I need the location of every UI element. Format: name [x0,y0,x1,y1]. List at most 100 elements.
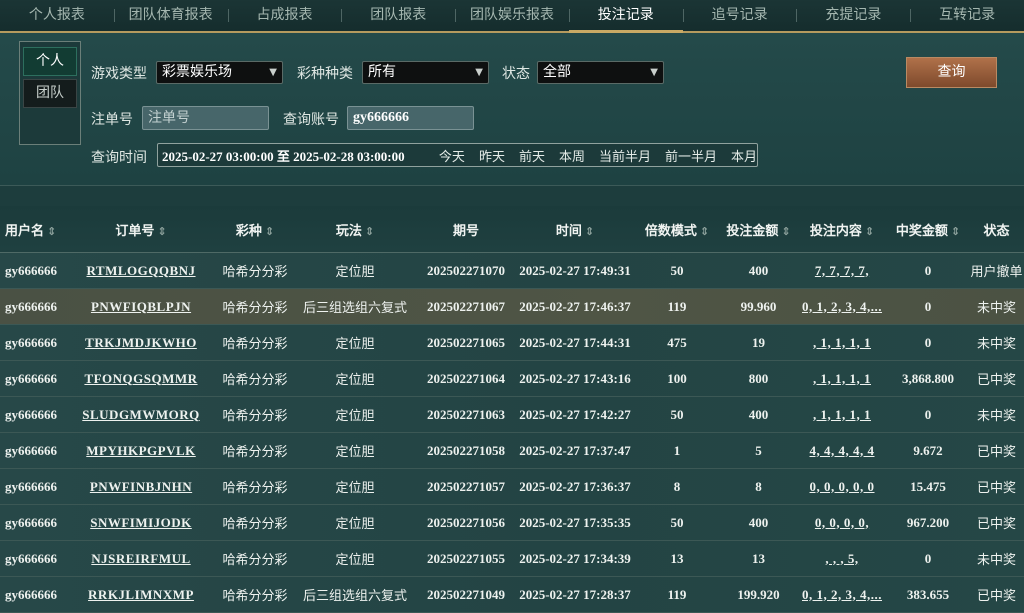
sort-arrows-icon[interactable]: ⇕ [157,225,166,238]
cell-time: 2025-02-27 17:36:37 [519,478,631,494]
bet-records-table: 用户名 ⇕ 订单号 ⇕ 彩种 ⇕ 玩法 ⇕ 期号 时间 ⇕ 倍数模式 ⇕ 投注金额 ⇕ 投注内容 ⇕ 中奖金额 ⇕ 状… [0,206,1024,613]
sort-arrows-icon[interactable]: ⇕ [265,225,274,238]
cell-win-amount: 0 [924,550,932,566]
table-row: gy666666 SLUDGMWMORQ 哈希分分彩 定位胆 202502271063 2… [0,397,1024,433]
tab-5[interactable]: 投注记录 [568,0,683,33]
sort-arrows-icon[interactable]: ⇕ [865,225,874,238]
cell-period: 202502271063 [427,406,505,422]
sort-arrows-icon[interactable]: ⇕ [951,225,960,238]
cell-bet-content[interactable]: 7, 7, 7, 7, [797,263,887,279]
tab-2[interactable]: 占成报表 [227,0,342,31]
cell-username: gy666666 [5,550,57,566]
sort-arrows-icon[interactable]: ⇕ [585,225,594,238]
cell-bet-content[interactable]: 0, 0, 0, 0, [797,515,887,531]
quick-range-1[interactable]: 昨天 [479,146,505,165]
cell-bet-content[interactable]: 0, 1, 2, 3, 4,... [797,299,887,315]
cell-order-no[interactable]: SLUDGMWMORQ [66,407,216,423]
cell-order-no[interactable]: PNWFINBJNHN [66,479,216,495]
cell-order-no[interactable]: MPYHKPGPVLK [66,443,216,459]
cell-win-amount: 9.672 [913,442,943,458]
column-header-9[interactable]: 中奖金额 ⇕ [887,220,969,239]
cell-multiplier: 50 [670,406,684,422]
tab-4[interactable]: 团队娱乐报表 [455,0,569,31]
cell-order-no[interactable]: TFONQGSQMMR [66,371,216,387]
quick-range-5[interactable]: 前一半月 [665,146,717,165]
table-row: gy666666 TFONQGSQMMR 哈希分分彩 定位胆 202502271064 2… [0,361,1024,397]
cell-lottery: 哈希分分彩 [222,337,288,352]
column-header-8[interactable]: 投注内容 ⇕ [797,220,887,239]
cell-lottery: 哈希分分彩 [222,481,288,496]
column-header-0[interactable]: 用户名 ⇕ [0,220,66,239]
quick-range-6[interactable]: 本月 [731,146,757,165]
cell-order-no[interactable]: SNWFIMIJODK [66,515,216,531]
cell-bet-content[interactable]: , 1, 1, 1, 1 [797,335,887,351]
cell-time: 2025-02-27 17:43:16 [519,370,631,386]
tab-1[interactable]: 团队体育报表 [113,0,228,31]
cell-play: 定位胆 [335,265,375,280]
cell-play: 定位胆 [335,409,375,424]
cell-period: 202502271055 [427,550,505,566]
cell-order-no[interactable]: RRKJLIMNXMP [66,587,216,603]
cell-win-amount: 3,868.800 [902,370,954,386]
column-header-2[interactable]: 彩种 ⇕ [216,220,294,239]
cell-bet-content[interactable]: 4, 4, 4, 4, 4 [797,443,887,459]
cell-status: 未中奖 [976,553,1016,568]
quick-range-3[interactable]: 本周 [559,146,585,165]
sort-arrows-icon[interactable]: ⇕ [365,225,374,238]
sort-arrows-icon[interactable]: ⇕ [47,225,56,238]
game-type-select[interactable]: 彩票娱乐场 ▼ [156,61,283,84]
lottery-kind-select[interactable]: 所有 ▼ [362,61,489,84]
cell-bet-content[interactable]: 0, 0, 0, 0, 0 [797,479,887,495]
cell-lottery: 哈希分分彩 [222,553,288,568]
column-header-label: 投注内容 [809,223,862,239]
column-header-5[interactable]: 时间 ⇕ [516,220,634,239]
cell-order-no[interactable]: RTMLOGQQBNJ [66,263,216,279]
cell-play: 定位胆 [335,445,375,460]
scope-personal-button[interactable]: 个人 [23,47,77,76]
column-header-1[interactable]: 订单号 ⇕ [66,220,216,239]
cell-multiplier: 119 [667,298,687,314]
column-header-label: 期号 [452,223,479,239]
sort-arrows-icon[interactable]: ⇕ [781,225,790,238]
cell-order-no[interactable]: TRKJMDJKWHO [66,335,216,351]
cell-order-no[interactable]: NJSREIRFMUL [66,551,216,567]
account-input[interactable]: gy666666 [347,106,474,130]
cell-bet-amount: 400 [748,406,769,422]
status-select[interactable]: 全部 ▼ [537,61,664,84]
column-header-6[interactable]: 倍数模式 ⇕ [634,220,720,239]
tab-3[interactable]: 团队报表 [341,0,455,31]
cell-multiplier: 13 [670,550,684,566]
quick-range-4[interactable]: 当前半月 [599,146,651,165]
cell-bet-content[interactable]: , 1, 1, 1, 1 [797,371,887,387]
scope-team-button[interactable]: 团队 [23,79,77,108]
quick-range-2[interactable]: 前天 [519,146,545,165]
sort-arrows-icon[interactable]: ⇕ [700,225,709,238]
time-range-input[interactable]: 2025-02-27 03:00:00 至 2025-02-28 03:00:0… [158,146,425,165]
cell-win-amount: 967.200 [906,514,950,530]
cell-status: 已中奖 [976,517,1016,532]
cell-win-amount: 0 [924,334,932,350]
cell-bet-content[interactable]: , , , 5, [797,551,887,567]
order-no-input[interactable]: 注单号 [142,106,269,130]
time-label: 查询时间 [91,150,147,166]
cell-bet-amount: 99.960 [740,298,777,314]
cell-play: 后三组选组六复式 [302,301,407,316]
account-label: 查询账号 [283,112,339,128]
cell-bet-content[interactable]: , 1, 1, 1, 1 [797,407,887,423]
cell-status: 用户撤单 [970,265,1023,280]
cell-order-no[interactable]: PNWFIQBLPJN [66,299,216,315]
cell-status: 未中奖 [976,337,1016,352]
tab-8[interactable]: 互转记录 [910,0,1024,31]
table-row: gy666666 NJSREIRFMUL 哈希分分彩 定位胆 202502271055 2… [0,541,1024,577]
tab-7[interactable]: 充提记录 [796,0,910,31]
cell-bet-content[interactable]: 0, 1, 2, 3, 4,... [797,587,887,603]
tab-0[interactable]: 个人报表 [0,0,114,31]
tab-6[interactable]: 追号记录 [682,0,797,31]
column-header-7[interactable]: 投注金额 ⇕ [720,220,797,239]
game-type-label: 游戏类型 [91,66,147,82]
cell-period: 202502271067 [427,298,505,314]
column-header-3[interactable]: 玩法 ⇕ [294,220,416,239]
quick-range-0[interactable]: 今天 [439,146,465,165]
table-row: gy666666 RTMLOGQQBNJ 哈希分分彩 定位胆 202502271070 2… [0,253,1024,289]
query-button[interactable]: 查询 [906,57,997,88]
